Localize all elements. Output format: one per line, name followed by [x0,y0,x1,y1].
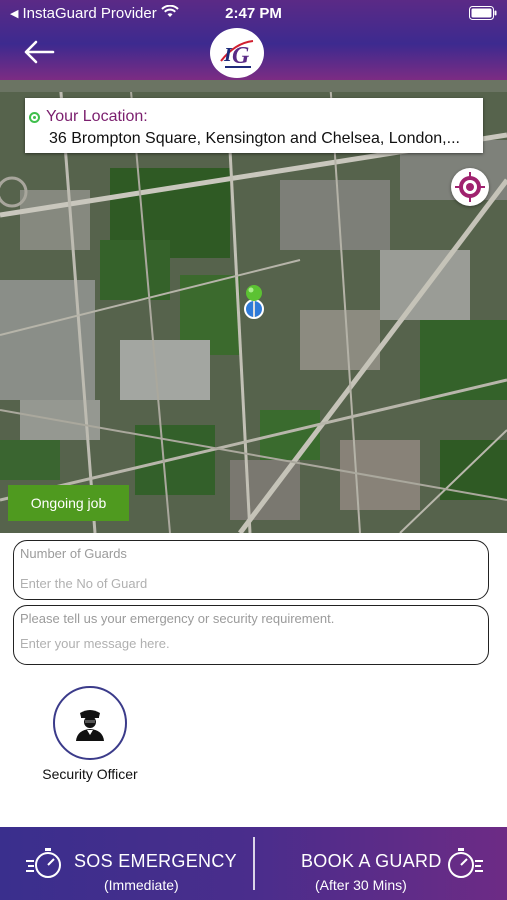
book-guard-button[interactable]: BOOK A GUARD (After 30 Mins) [255,827,507,900]
message-input[interactable] [20,636,480,651]
security-officer-icon [76,710,104,741]
service-option-security-officer[interactable]: Security Officer [30,686,150,782]
status-time: 2:47 PM [225,5,282,22]
book-subtitle: (After 30 Mins) [315,877,407,893]
location-address[interactable]: 36 Brompton Square, Kensington and Chels… [49,130,477,148]
service-circle[interactable] [53,686,127,760]
ongoing-job-button[interactable]: Ongoing job [8,485,129,521]
location-label: Your Location: [46,108,148,125]
crosshair-icon [455,172,485,202]
bottom-action-bar: SOS EMERGENCY (Immediate) BOOK A GUARD (… [0,827,507,900]
stopwatch-fast-icon [24,845,64,886]
header: ◀ InstaGuard Provider 2:47 PM I G [0,0,507,80]
battery-icon [469,6,497,24]
nav-bar: I G [0,28,507,80]
guards-field-title: Number of Guards [20,546,127,561]
svg-text:G: G [232,43,250,69]
book-title: BOOK A GUARD [301,851,442,871]
message-field-title: Please tell us your emergency or securit… [20,611,335,626]
status-bar: ◀ InstaGuard Provider 2:47 PM [0,0,507,28]
app-screen: ◀ InstaGuard Provider 2:47 PM I G Your L… [0,0,507,900]
guards-input[interactable] [20,576,480,591]
sos-subtitle: (Immediate) [104,877,179,893]
back-button[interactable] [22,36,62,68]
service-label: Security Officer [42,766,138,782]
location-dot-icon [29,112,40,123]
sos-emergency-button[interactable]: SOS EMERGENCY (Immediate) [0,827,253,900]
sos-title: SOS EMERGENCY [74,851,237,871]
arrow-left-icon [24,40,55,64]
guards-field[interactable]: Number of Guards [13,540,489,600]
location-card[interactable]: Your Location: 36 Brompton Square, Kensi… [25,98,483,153]
app-logo: I G [210,28,264,78]
stopwatch-icon [445,845,485,886]
map-pin-icon[interactable] [240,283,268,323]
recenter-button[interactable] [451,168,489,206]
map-view[interactable]: Your Location: 36 Brompton Square, Kensi… [0,80,507,533]
message-field[interactable]: Please tell us your emergency or securit… [13,605,489,665]
